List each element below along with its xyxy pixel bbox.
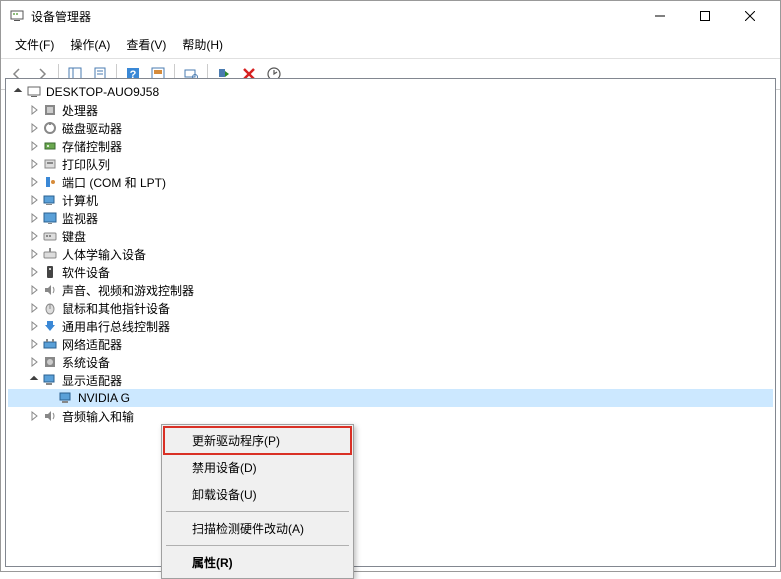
window-title: 设备管理器 bbox=[31, 8, 637, 25]
tree-category[interactable]: 监视器 bbox=[8, 209, 773, 227]
category-icon bbox=[42, 228, 58, 244]
expand-arrow-icon[interactable] bbox=[26, 192, 42, 208]
expand-arrow-icon[interactable] bbox=[26, 264, 42, 280]
expand-arrow-icon[interactable] bbox=[26, 120, 42, 136]
display-adapter-icon bbox=[58, 390, 74, 406]
context-separator bbox=[166, 545, 349, 546]
category-icon bbox=[42, 336, 58, 352]
window-controls bbox=[637, 1, 772, 31]
tree-category-label: 存储控制器 bbox=[62, 138, 122, 155]
expand-arrow-icon[interactable] bbox=[26, 300, 42, 316]
maximize-button[interactable] bbox=[682, 1, 727, 31]
tree-category[interactable]: 计算机 bbox=[8, 191, 773, 209]
tree-category[interactable]: 软件设备 bbox=[8, 263, 773, 281]
tree-category-label: 显示适配器 bbox=[62, 372, 122, 389]
computer-icon bbox=[26, 84, 42, 100]
category-icon bbox=[42, 318, 58, 334]
tree-category[interactable]: 系统设备 bbox=[8, 353, 773, 371]
tree-category[interactable]: 端口 (COM 和 LPT) bbox=[8, 173, 773, 191]
tree-category-label: 人体学输入设备 bbox=[62, 246, 146, 263]
tree-category-label: 打印队列 bbox=[62, 156, 110, 173]
expand-arrow-icon[interactable] bbox=[26, 102, 42, 118]
menu-view[interactable]: 查看(V) bbox=[118, 33, 174, 56]
menu-help[interactable]: 帮助(H) bbox=[174, 33, 231, 56]
tree-category[interactable]: 声音、视频和游戏控制器 bbox=[8, 281, 773, 299]
expand-arrow-icon[interactable] bbox=[26, 354, 42, 370]
context-scan-hardware[interactable]: 扫描检测硬件改动(A) bbox=[164, 515, 351, 542]
tree-category[interactable]: 网络适配器 bbox=[8, 335, 773, 353]
audio-icon bbox=[42, 408, 58, 424]
expand-arrow-icon[interactable] bbox=[26, 318, 42, 334]
minimize-button[interactable] bbox=[637, 1, 682, 31]
context-update-driver[interactable]: 更新驱动程序(P) bbox=[164, 427, 351, 454]
expand-arrow-icon[interactable] bbox=[10, 84, 26, 100]
expand-arrow-icon[interactable] bbox=[26, 408, 42, 424]
category-icon bbox=[42, 192, 58, 208]
tree-category-display-adapters[interactable]: 显示适配器 bbox=[8, 371, 773, 389]
menu-action[interactable]: 操作(A) bbox=[62, 33, 118, 56]
tree-category-audio[interactable]: 音频输入和输 bbox=[8, 407, 773, 425]
expand-arrow-icon[interactable] bbox=[26, 210, 42, 226]
category-icon bbox=[42, 300, 58, 316]
tree-category-label: 处理器 bbox=[62, 102, 98, 119]
category-icon bbox=[42, 282, 58, 298]
expand-arrow-icon[interactable] bbox=[26, 156, 42, 172]
tree-category-label: 通用串行总线控制器 bbox=[62, 318, 170, 335]
tree-category-label: 软件设备 bbox=[62, 264, 110, 281]
context-uninstall-device[interactable]: 卸载设备(U) bbox=[164, 481, 351, 508]
tree-category[interactable]: 存储控制器 bbox=[8, 137, 773, 155]
menubar: 文件(F) 操作(A) 查看(V) 帮助(H) bbox=[1, 31, 780, 59]
tree-category[interactable]: 键盘 bbox=[8, 227, 773, 245]
expand-arrow-icon[interactable] bbox=[26, 336, 42, 352]
tree-category[interactable]: 处理器 bbox=[8, 101, 773, 119]
tree-category[interactable]: 人体学输入设备 bbox=[8, 245, 773, 263]
expand-arrow-icon[interactable] bbox=[26, 246, 42, 262]
tree-root[interactable]: DESKTOP-AUO9J58 bbox=[8, 83, 773, 101]
device-manager-icon bbox=[9, 8, 25, 24]
tree-category[interactable]: 打印队列 bbox=[8, 155, 773, 173]
device-tree: DESKTOP-AUO9J58 处理器磁盘驱动器存储控制器打印队列端口 (COM… bbox=[6, 79, 775, 429]
context-menu: 更新驱动程序(P) 禁用设备(D) 卸载设备(U) 扫描检测硬件改动(A) 属性… bbox=[161, 424, 354, 579]
tree-category-label: 网络适配器 bbox=[62, 336, 122, 353]
expand-arrow-icon[interactable] bbox=[26, 174, 42, 190]
expand-arrow-icon[interactable] bbox=[26, 282, 42, 298]
menu-file[interactable]: 文件(F) bbox=[7, 33, 62, 56]
tree-category-label: 鼠标和其他指针设备 bbox=[62, 300, 170, 317]
tree-category[interactable]: 鼠标和其他指针设备 bbox=[8, 299, 773, 317]
tree-category-label: 声音、视频和游戏控制器 bbox=[62, 282, 194, 299]
tree-category[interactable]: 通用串行总线控制器 bbox=[8, 317, 773, 335]
tree-root-label: DESKTOP-AUO9J58 bbox=[46, 85, 159, 99]
tree-category-label: 系统设备 bbox=[62, 354, 110, 371]
category-icon bbox=[42, 264, 58, 280]
tree-device-nvidia[interactable]: NVIDIA G bbox=[8, 389, 773, 407]
tree-category-label: 音频输入和输 bbox=[62, 408, 134, 425]
close-button[interactable] bbox=[727, 1, 772, 31]
context-separator bbox=[166, 511, 349, 512]
category-icon bbox=[42, 102, 58, 118]
titlebar: 设备管理器 bbox=[1, 1, 780, 31]
tree-category-label: 监视器 bbox=[62, 210, 98, 227]
context-disable-device[interactable]: 禁用设备(D) bbox=[164, 454, 351, 481]
expand-arrow-icon[interactable] bbox=[26, 138, 42, 154]
category-icon bbox=[42, 156, 58, 172]
category-icon bbox=[42, 210, 58, 226]
tree-category-label: 键盘 bbox=[62, 228, 86, 245]
tree-category[interactable]: 磁盘驱动器 bbox=[8, 119, 773, 137]
category-icon bbox=[42, 138, 58, 154]
expand-arrow-icon[interactable] bbox=[26, 372, 42, 388]
category-icon bbox=[42, 246, 58, 262]
category-icon bbox=[42, 120, 58, 136]
display-adapter-icon bbox=[42, 372, 58, 388]
category-icon bbox=[42, 174, 58, 190]
category-icon bbox=[42, 354, 58, 370]
tree-category-label: 计算机 bbox=[62, 192, 98, 209]
expand-arrow-icon[interactable] bbox=[26, 228, 42, 244]
device-tree-panel: DESKTOP-AUO9J58 处理器磁盘驱动器存储控制器打印队列端口 (COM… bbox=[5, 78, 776, 567]
tree-category-label: 磁盘驱动器 bbox=[62, 120, 122, 137]
tree-device-label: NVIDIA G bbox=[78, 391, 130, 405]
tree-category-label: 端口 (COM 和 LPT) bbox=[62, 174, 166, 191]
